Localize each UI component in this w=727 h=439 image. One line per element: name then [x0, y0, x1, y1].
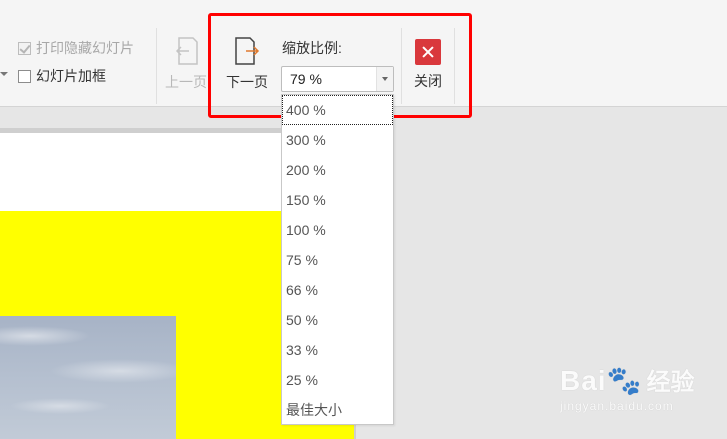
toolbar-divider [454, 28, 455, 104]
print-hidden-slides-label: 打印隐藏幻灯片 [36, 40, 134, 56]
zoom-option[interactable]: 最佳大小 [282, 395, 393, 425]
watermark-brand-suffix: 经验 [646, 369, 695, 396]
frame-slides-label: 幻灯片加框 [36, 68, 106, 84]
toolbar-divider [156, 28, 157, 104]
prev-page-icon [175, 37, 198, 65]
zoom-select[interactable]: 79 % [281, 66, 394, 92]
zoom-option[interactable]: 300 % [282, 125, 393, 155]
zoom-option[interactable]: 50 % [282, 305, 393, 335]
zoom-option[interactable]: 100 % [282, 215, 393, 245]
slide-sky-image [0, 316, 176, 439]
zoom-value: 79 % [290, 71, 322, 87]
zoom-option[interactable]: 200 % [282, 155, 393, 185]
checkbox-icon [18, 69, 31, 83]
chevron-down-icon[interactable] [0, 72, 8, 76]
print-preview-toolbar: 打印隐藏幻灯片 幻灯片加框 上一页 下一页 缩放比例: 79 % 关闭 [0, 0, 727, 107]
next-page-icon [235, 37, 260, 65]
watermark-brand: Bai [560, 365, 607, 396]
next-page-button[interactable]: 下一页 [222, 36, 272, 92]
close-button[interactable]: 关闭 [407, 39, 449, 91]
zoom-option[interactable]: 150 % [282, 185, 393, 215]
chevron-down-icon[interactable] [376, 67, 393, 91]
toolbar-divider [401, 28, 402, 104]
zoom-option[interactable]: 75 % [282, 245, 393, 275]
print-hidden-slides-checkbox[interactable]: 打印隐藏幻灯片 [18, 39, 134, 57]
frame-slides-checkbox[interactable]: 幻灯片加框 [18, 67, 106, 85]
checkbox-icon [18, 41, 31, 55]
prev-page-label: 上一页 [165, 74, 207, 90]
prev-page-button[interactable]: 上一页 [164, 36, 208, 92]
paw-icon: 🐾 [606, 365, 643, 396]
zoom-option[interactable]: 33 % [282, 335, 393, 365]
next-page-label: 下一页 [226, 74, 268, 90]
watermark-url: jingyan.baidu.com [560, 399, 674, 413]
close-icon [415, 39, 441, 65]
zoom-options-list: 400 % 300 % 200 % 150 % 100 % 75 % 66 % … [281, 94, 394, 425]
zoom-option[interactable]: 25 % [282, 365, 393, 395]
zoom-option[interactable]: 400 % [282, 95, 393, 125]
zoom-option[interactable]: 66 % [282, 275, 393, 305]
baidu-watermark: Bai🐾 经验 jingyan.baidu.com [560, 362, 694, 413]
close-label: 关闭 [414, 73, 442, 89]
zoom-label: 缩放比例: [282, 40, 342, 56]
